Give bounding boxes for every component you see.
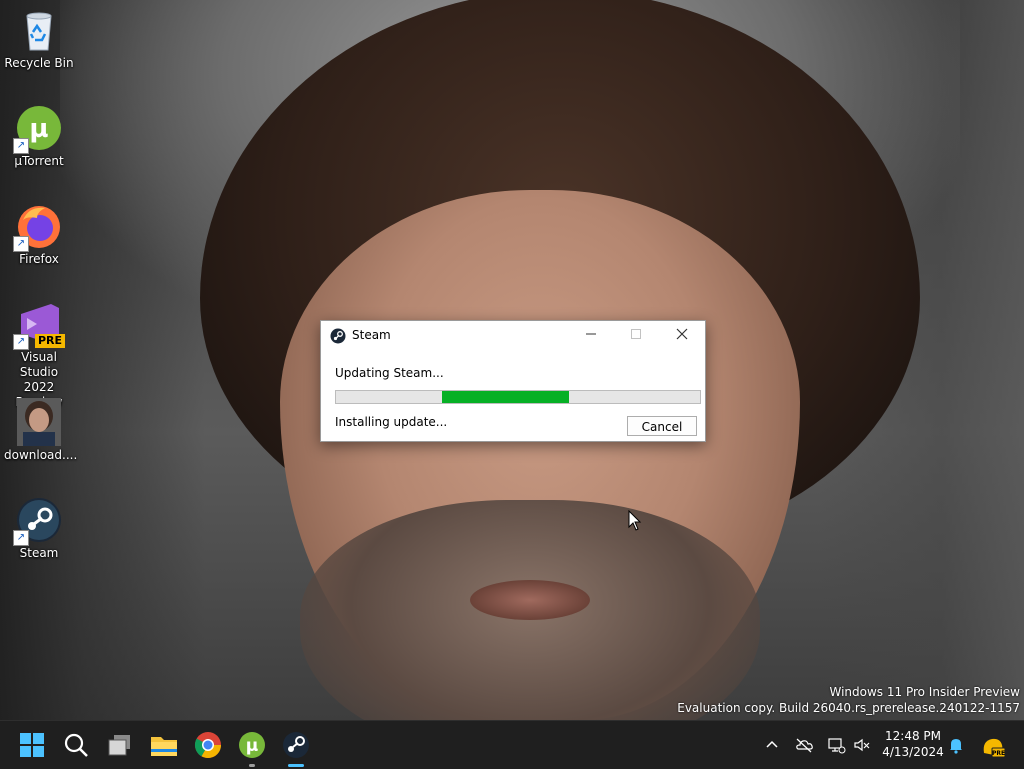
- svg-text:µ: µ: [29, 114, 48, 144]
- volume-muted-icon[interactable]: [852, 735, 872, 755]
- watermark-edition: Windows 11 Pro Insider Preview: [829, 685, 1020, 699]
- cancel-button[interactable]: Cancel: [627, 416, 697, 436]
- chevron-up-icon[interactable]: [762, 735, 782, 755]
- visual-studio-icon: PRE ↗: [13, 300, 65, 350]
- taskbar: µ 12:48 PM 4/13/2024 PRE: [0, 720, 1024, 769]
- onedrive-icon[interactable]: [794, 735, 814, 755]
- utorrent-icon: µ ↗: [13, 104, 63, 154]
- desktop-icon-label: µTorrent: [14, 154, 64, 168]
- shortcut-arrow-icon: ↗: [13, 236, 29, 252]
- network-icon[interactable]: [826, 735, 846, 755]
- svg-text:µ: µ: [246, 736, 259, 756]
- progress-fill: [441, 391, 569, 403]
- shortcut-arrow-icon: ↗: [13, 334, 29, 350]
- image-file-icon: [15, 398, 63, 446]
- desktop-icon-label: download....: [4, 448, 78, 462]
- desktop-icon-utorrent[interactable]: µ ↗ µTorrent: [4, 98, 74, 169]
- shortcut-arrow-icon: ↗: [13, 138, 29, 154]
- dialog-title: Steam: [352, 328, 391, 342]
- desktop-icon-steam[interactable]: ↗ Steam: [4, 490, 74, 561]
- file-explorer-icon[interactable]: [148, 729, 180, 761]
- svg-text:PRE: PRE: [992, 750, 1005, 757]
- shortcut-arrow-icon: ↗: [13, 530, 29, 546]
- recycle-bin-icon: [15, 6, 63, 54]
- mouse-cursor-icon: [628, 509, 642, 532]
- notification-bell-icon[interactable]: [946, 735, 966, 755]
- search-icon[interactable]: [60, 729, 92, 761]
- close-button[interactable]: [659, 321, 705, 351]
- desktop-icon-label: Recycle Bin: [4, 56, 74, 70]
- maximize-button[interactable]: [613, 321, 659, 351]
- update-heading: Updating Steam...: [335, 366, 444, 380]
- steam-update-dialog: Steam Updating Steam... Installing updat…: [320, 320, 706, 442]
- desktop-icon-label: Firefox: [19, 252, 59, 266]
- desktop-icon-download-image[interactable]: download....: [4, 392, 78, 463]
- system-clock[interactable]: 12:48 PM 4/13/2024: [878, 728, 948, 760]
- minimize-button[interactable]: [568, 321, 614, 351]
- pre-badge: PRE: [34, 334, 65, 348]
- update-status-text: Installing update...: [335, 415, 448, 429]
- start-icon[interactable]: [16, 729, 48, 761]
- minimize-icon: [586, 333, 596, 335]
- taskbar-steam-icon[interactable]: [280, 729, 312, 767]
- maximize-icon: [631, 329, 641, 339]
- steam-icon: ↗: [13, 496, 63, 546]
- clock-date: 4/13/2024: [882, 745, 944, 759]
- copilot-icon[interactable]: PRE: [980, 735, 1006, 758]
- taskbar-utorrent-icon[interactable]: µ: [236, 729, 268, 767]
- chrome-icon[interactable]: [192, 729, 224, 761]
- task-view-icon[interactable]: [104, 729, 136, 761]
- clock-time: 12:48 PM: [885, 729, 941, 743]
- windows-watermark: Windows 11 Pro Insider Preview Evaluatio…: [677, 684, 1020, 716]
- watermark-build: Evaluation copy. Build 26040.rs_prerelea…: [677, 701, 1020, 715]
- update-progress-bar: [335, 390, 701, 404]
- desktop-icon-label: Steam: [19, 546, 59, 560]
- desktop-icon-firefox[interactable]: ↗ Firefox: [4, 196, 74, 267]
- desktop-icon-recycle-bin[interactable]: Recycle Bin: [4, 0, 74, 71]
- dialog-titlebar[interactable]: Steam: [321, 321, 705, 351]
- firefox-icon: ↗: [13, 202, 63, 252]
- steam-logo-icon: [330, 328, 346, 344]
- close-icon: [676, 328, 688, 340]
